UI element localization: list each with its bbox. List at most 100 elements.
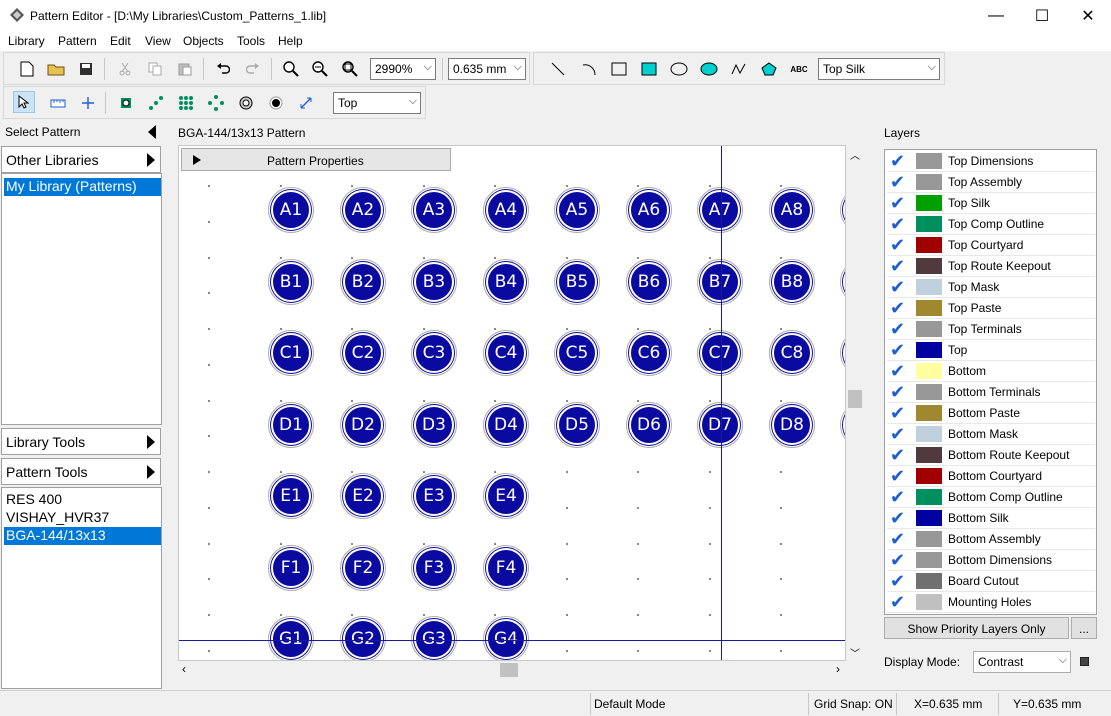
pad[interactable]: F3 [411,545,457,591]
pattern-item[interactable]: RES 400 [4,491,161,509]
new-file-icon[interactable] [16,58,38,80]
pad[interactable]: F4 [483,545,529,591]
pad[interactable]: C2 [340,330,386,376]
checkmark-icon[interactable]: ✔ [890,320,908,338]
pad[interactable]: B6 [626,259,672,305]
scroll-left-icon[interactable]: ‹ [182,662,186,676]
pad[interactable]: C5 [554,330,600,376]
library-item[interactable]: My Library (Patterns) [4,178,161,196]
checkmark-icon[interactable]: ✔ [890,530,908,548]
place-pad-array-icon[interactable] [175,92,197,114]
checkmark-icon[interactable]: ✔ [890,362,908,380]
pattern-item[interactable]: BGA-144/13x13 [4,527,161,545]
checkmark-icon[interactable]: ✔ [890,509,908,527]
place-hole-icon[interactable] [265,92,287,114]
menu-objects[interactable]: Objects [183,34,224,48]
pad[interactable]: E4 [483,473,529,519]
layer-row[interactable]: ✔ Bottom Terminals [887,382,1095,403]
layer-color-swatch[interactable] [916,405,942,421]
pad[interactable]: C3 [411,330,457,376]
layer-row[interactable]: ✔ Top Dimensions [887,151,1095,172]
horizontal-scroll-thumb[interactable] [500,663,518,677]
line-tool-icon[interactable] [547,58,569,80]
layer-row[interactable]: ✔ Bottom Comp Outline [887,487,1095,508]
close-button[interactable]: ✕ [1065,0,1111,31]
checkmark-icon[interactable]: ✔ [890,383,908,401]
checkmark-icon[interactable]: ✔ [890,152,908,170]
fill-rectangle-tool-icon[interactable] [638,58,660,80]
layer-color-swatch[interactable] [916,363,942,379]
pad[interactable]: C7 [697,330,743,376]
pad[interactable]: D4 [483,402,529,448]
layer-row[interactable]: ✔ Top Comp Outline [887,214,1095,235]
checkmark-icon[interactable]: ✔ [890,404,908,422]
layer-color-swatch[interactable] [916,531,942,547]
ruler-tool-icon[interactable] [47,92,69,114]
layer-row[interactable]: ✔ Top [887,340,1095,361]
side-select[interactable]: Top ⌵ [333,92,421,114]
pad[interactable]: D2 [340,402,386,448]
layer-color-swatch[interactable] [916,279,942,295]
pad[interactable]: C6 [626,330,672,376]
text-tool-icon[interactable]: ABC [788,58,810,80]
paste-icon[interactable] [174,58,196,80]
layer-color-swatch[interactable] [916,573,942,589]
redo-icon[interactable] [242,58,264,80]
layer-row[interactable]: ✔ Board Cutout [887,571,1095,592]
layer-row[interactable]: ✔ Top Paste [887,298,1095,319]
undo-icon[interactable] [212,58,234,80]
layer-color-swatch[interactable] [916,384,942,400]
rectangle-tool-icon[interactable] [608,58,630,80]
pad[interactable]: F1 [268,545,314,591]
select-tool-icon[interactable] [13,91,35,113]
layer-color-swatch[interactable] [916,447,942,463]
fill-ellipse-tool-icon[interactable] [698,58,720,80]
collapse-panel-icon[interactable] [148,125,156,139]
grid-select[interactable]: 0.635 mm ⌵ [448,58,526,80]
polygon-tool-icon[interactable] [758,58,780,80]
other-libraries-section[interactable]: Other Libraries [1,146,161,173]
layer-row[interactable]: ✔ Top Route Keepout [887,256,1095,277]
checkmark-icon[interactable]: ✔ [890,572,908,590]
checkmark-icon[interactable]: ✔ [890,593,908,611]
show-priority-layers-button[interactable]: Show Priority Layers Only [884,617,1069,639]
scroll-right-icon[interactable]: › [836,662,840,676]
pad[interactable]: A2 [340,187,386,233]
menu-help[interactable]: Help [278,34,303,48]
pattern-tools-section[interactable]: Pattern Tools [1,458,161,485]
scroll-down-icon[interactable]: ﹀ [850,645,860,660]
zoom-in-icon[interactable] [280,58,302,80]
zoom-select[interactable]: 2990% ⌵ [370,58,436,80]
pad[interactable]: B3 [411,259,457,305]
pad[interactable]: A4 [483,187,529,233]
pad[interactable]: A3 [411,187,457,233]
layer-color-swatch[interactable] [916,552,942,568]
place-via-icon[interactable] [235,92,257,114]
checkmark-icon[interactable]: ✔ [890,446,908,464]
place-pad-icon[interactable] [115,92,137,114]
pad[interactable]: D6 [626,402,672,448]
layer-row[interactable]: ✔ Top Silk [887,193,1095,214]
layer-color-swatch[interactable] [916,174,942,190]
pad[interactable]: C8 [769,330,815,376]
pad[interactable]: A5 [554,187,600,233]
layer-color-swatch[interactable] [916,321,942,337]
layer-color-swatch[interactable] [916,426,942,442]
layer-row[interactable]: ✔ Bottom Courtyard [887,466,1095,487]
menu-pattern[interactable]: Pattern [58,34,97,48]
pad[interactable]: C1 [268,330,314,376]
zoom-out-icon[interactable] [309,58,331,80]
more-options-button[interactable]: ... [1071,617,1097,639]
checkmark-icon[interactable]: ✔ [890,341,908,359]
layer-color-swatch[interactable] [916,258,942,274]
pad[interactable]: A1 [268,187,314,233]
checkmark-icon[interactable]: ✔ [890,488,908,506]
pad[interactable]: G1 [268,616,314,660]
maximize-button[interactable]: ☐ [1019,0,1065,31]
pad[interactable]: B7 [697,259,743,305]
place-pad-circle-icon[interactable] [205,92,227,114]
layer-color-swatch[interactable] [916,153,942,169]
layer-color-swatch[interactable] [916,510,942,526]
arc-tool-icon[interactable] [578,58,600,80]
menu-edit[interactable]: Edit [110,34,131,48]
